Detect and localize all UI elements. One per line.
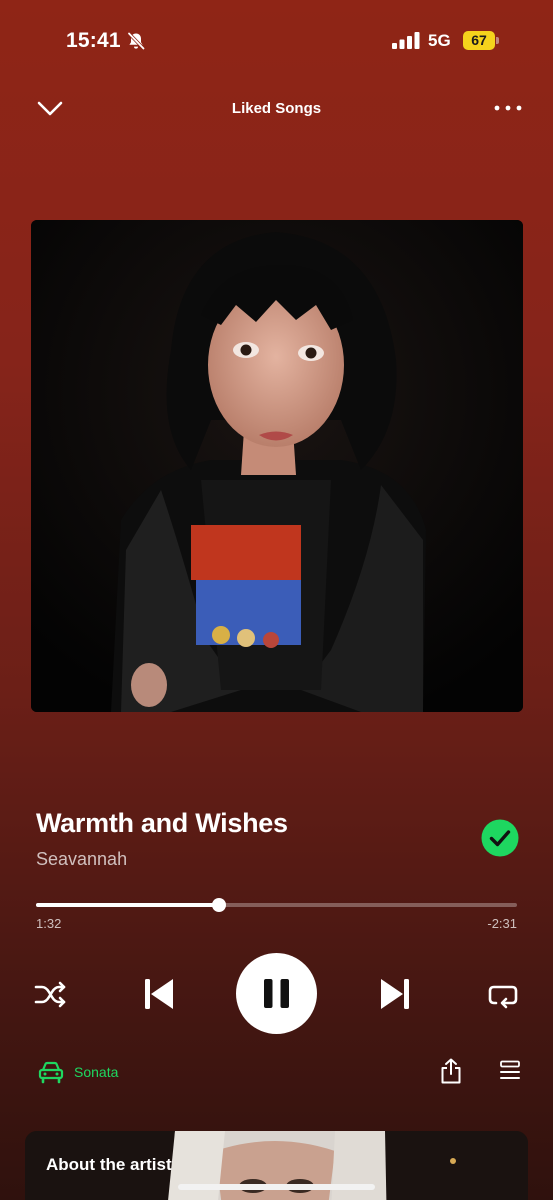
progress-scrubber[interactable]	[211, 898, 226, 912]
remaining-time: -2:31	[487, 916, 517, 931]
battery-indicator: 67	[463, 31, 499, 50]
status-bar: 15:41 5G 67	[0, 0, 553, 80]
bell-slash-icon	[127, 32, 145, 50]
about-artist-title: About the artist	[46, 1155, 172, 1174]
signal-bars-icon	[392, 32, 420, 49]
battery-tip	[496, 37, 499, 44]
queue-icon[interactable]	[499, 1060, 521, 1082]
repeat-icon[interactable]	[486, 979, 520, 1011]
track-title: Warmth and Wishes	[36, 808, 288, 838]
status-time: 15:41	[66, 29, 121, 52]
progress-fill	[36, 903, 219, 907]
track-artist[interactable]: Seavannah	[36, 849, 127, 870]
elapsed-time: 1:32	[36, 916, 62, 931]
liked-check-icon[interactable]	[481, 819, 519, 857]
progress-bar[interactable]	[36, 898, 517, 912]
next-icon[interactable]	[378, 976, 412, 1012]
more-dots-icon[interactable]	[494, 100, 522, 116]
pause-icon	[264, 979, 289, 1008]
share-icon[interactable]	[440, 1058, 462, 1084]
battery-level: 67	[463, 31, 495, 50]
shuffle-icon[interactable]	[33, 978, 67, 1010]
connected-device-button[interactable]: Sonata	[38, 1059, 118, 1085]
album-art	[31, 220, 523, 712]
home-indicator[interactable]	[178, 1184, 375, 1190]
previous-icon[interactable]	[142, 976, 176, 1012]
play-pause-button[interactable]	[236, 953, 317, 1034]
device-label: Sonata	[74, 1064, 119, 1080]
network-label: 5G	[428, 31, 451, 50]
car-icon	[38, 1061, 64, 1084]
playlist-context-title: Liked Songs	[231, 100, 322, 117]
